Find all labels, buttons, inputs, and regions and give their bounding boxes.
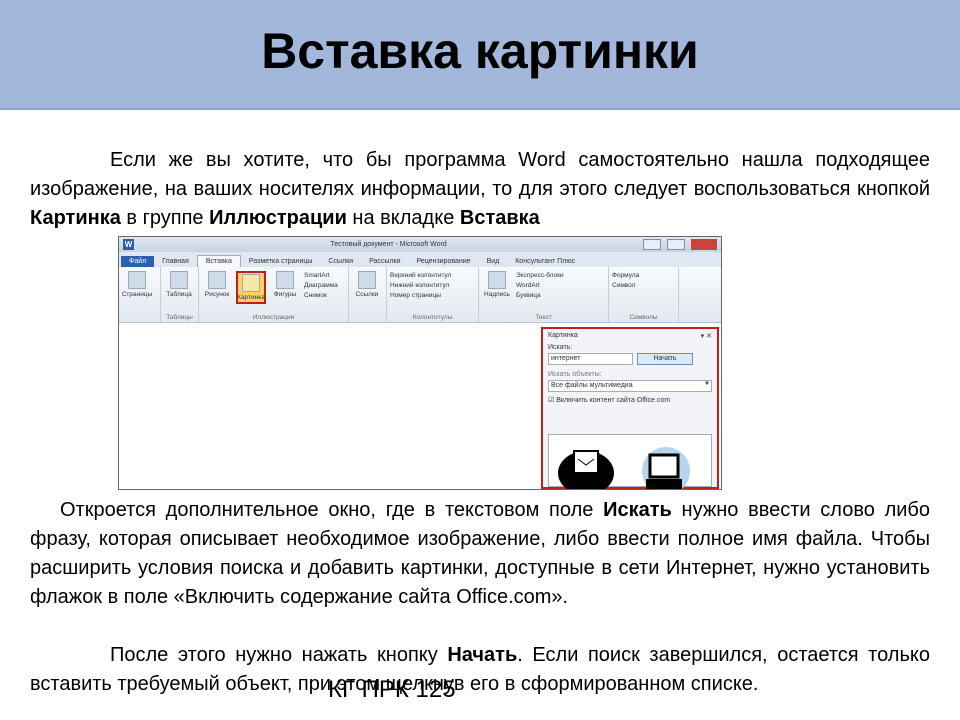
tab-mailings[interactable]: Рассылки	[361, 256, 408, 267]
clipart-results	[548, 434, 712, 489]
tab-insert[interactable]: Вставка	[196, 255, 241, 267]
tab-file[interactable]: Файл	[121, 256, 155, 267]
bold-text: Вставка	[459, 207, 540, 229]
table-button[interactable]: Таблица	[164, 271, 194, 298]
maximize-icon[interactable]	[667, 239, 685, 250]
clipart-result-mail-computer[interactable]	[553, 439, 619, 489]
footer-button[interactable]: Нижний колонтитул	[390, 282, 451, 289]
media-type-select[interactable]: Все файлы мультимедиа	[548, 380, 712, 392]
tab-consultant[interactable]: Консультант Плюс	[507, 256, 583, 267]
word-title-bar: W Тестовый документ - Microsoft Word	[119, 237, 721, 252]
page-number-button[interactable]: Номер страницы	[390, 292, 451, 299]
close-icon[interactable]	[691, 239, 717, 250]
text: Откроется дополнительное окно, где в тек…	[60, 499, 604, 521]
textbox-icon	[488, 271, 506, 289]
pages-button[interactable]: Страницы	[122, 271, 152, 298]
chart-button[interactable]: Диаграмма	[304, 282, 338, 289]
text: в группе	[120, 207, 210, 229]
label: Фигуры	[273, 291, 297, 298]
footer-label: КГ ПРК 125	[328, 676, 456, 703]
bold-text: Иллюстрации	[209, 207, 347, 229]
screenshot-button[interactable]: Снимок	[304, 292, 338, 299]
search-input[interactable]: интернет	[548, 353, 633, 365]
label: Страницы	[121, 291, 153, 298]
group-tables: Таблица Таблицы	[161, 267, 199, 322]
label: Картинка	[237, 294, 265, 301]
go-button[interactable]: Начать	[637, 353, 693, 365]
clipart-icon	[242, 274, 260, 292]
shapes-button[interactable]: Фигуры	[270, 271, 300, 298]
group-pages: Страницы	[119, 267, 161, 322]
document-area[interactable]	[119, 325, 537, 489]
clipart-result-computer[interactable]	[629, 439, 695, 489]
equation-button[interactable]: Формула	[612, 272, 639, 279]
dropcap-button[interactable]: Буквица	[516, 292, 564, 299]
header-button[interactable]: Верхний колонтитул	[390, 272, 451, 279]
group-label: Текст	[535, 314, 552, 321]
tab-view[interactable]: Вид	[479, 256, 508, 267]
paragraph-1: Если же вы хотите, что бы программа Word…	[30, 146, 930, 233]
pane-close-icon[interactable]: ▾ ✕	[701, 332, 712, 340]
office-com-checkbox[interactable]: ☑	[548, 397, 554, 404]
tab-home[interactable]: Главная	[154, 256, 197, 267]
tab-page-layout[interactable]: Разметка страницы	[241, 256, 321, 267]
links-icon	[358, 271, 376, 289]
slide-title: Вставка картинки	[261, 23, 699, 79]
bold-text: Искать	[603, 499, 672, 521]
group-label: Символы	[629, 314, 658, 321]
label: Ссылки	[355, 291, 379, 298]
text: Если же вы хотите, что бы программа Word…	[30, 149, 930, 200]
group-symbols: Формула Символ Символы	[609, 267, 679, 322]
type-label: Искать объекты:	[548, 371, 602, 378]
minimize-icon[interactable]	[643, 239, 661, 250]
tab-review[interactable]: Рецензирование	[409, 256, 479, 267]
text: После этого нужно нажать кнопку	[110, 644, 448, 666]
label: Таблица	[166, 291, 192, 298]
group-text: Надпись Экспресс-блоки WordArt Буквица Тек…	[479, 267, 609, 322]
label: Надпись	[484, 291, 510, 298]
pane-title: Картинка	[548, 332, 578, 339]
paragraph-3: После этого нужно нажать кнопку Начать. …	[30, 641, 930, 699]
checkbox-label: Включить контент сайта Office.com	[556, 397, 671, 404]
symbol-button[interactable]: Символ	[612, 282, 639, 289]
label: Рисунок	[204, 291, 230, 298]
table-icon	[170, 271, 188, 289]
bold-text: Картинка	[30, 207, 121, 229]
text: на вкладке	[346, 207, 460, 229]
textbox-button[interactable]: Надпись	[482, 271, 512, 298]
word-logo-icon: W	[123, 239, 134, 250]
bold-text: Начать	[447, 644, 518, 666]
group-headers: Верхний колонтитул Нижний колонтитул Номер…	[387, 267, 479, 322]
tab-references[interactable]: Ссылки	[320, 256, 361, 267]
group-links: Ссылки	[349, 267, 387, 322]
word-screenshot: W Тестовый документ - Microsoft Word Фай…	[118, 236, 722, 490]
clipart-pane: Картинка ▾ ✕ Искать: интернет Начать Искат…	[541, 327, 719, 489]
search-label: Искать:	[548, 344, 573, 351]
links-button[interactable]: Ссылки	[352, 271, 382, 298]
clipart-button[interactable]: Картинка	[236, 271, 266, 304]
group-label: Таблицы	[166, 314, 193, 321]
quick-parts-button[interactable]: Экспресс-блоки	[516, 272, 564, 279]
picture-icon	[208, 271, 226, 289]
group-label: Иллюстрации	[252, 314, 295, 321]
group-label: Колонтитулы	[412, 314, 453, 321]
smartart-button[interactable]: SmartArt	[304, 272, 338, 279]
wordart-button[interactable]: WordArt	[516, 282, 564, 289]
picture-button[interactable]: Рисунок	[202, 271, 232, 298]
ribbon: Страницы Таблица Таблицы Рисунок Картинк…	[119, 267, 721, 323]
pages-icon	[128, 271, 146, 289]
ribbon-tabs: Файл Главная Вставка Разметка страницы С…	[119, 252, 721, 267]
shapes-icon	[276, 271, 294, 289]
window-title: Тестовый документ - Microsoft Word	[330, 241, 447, 248]
group-illustrations: Рисунок Картинка Фигуры SmartArt Диаграмм…	[199, 267, 349, 322]
paragraph-2: Откроется дополнительное окно, где в тек…	[30, 496, 930, 612]
